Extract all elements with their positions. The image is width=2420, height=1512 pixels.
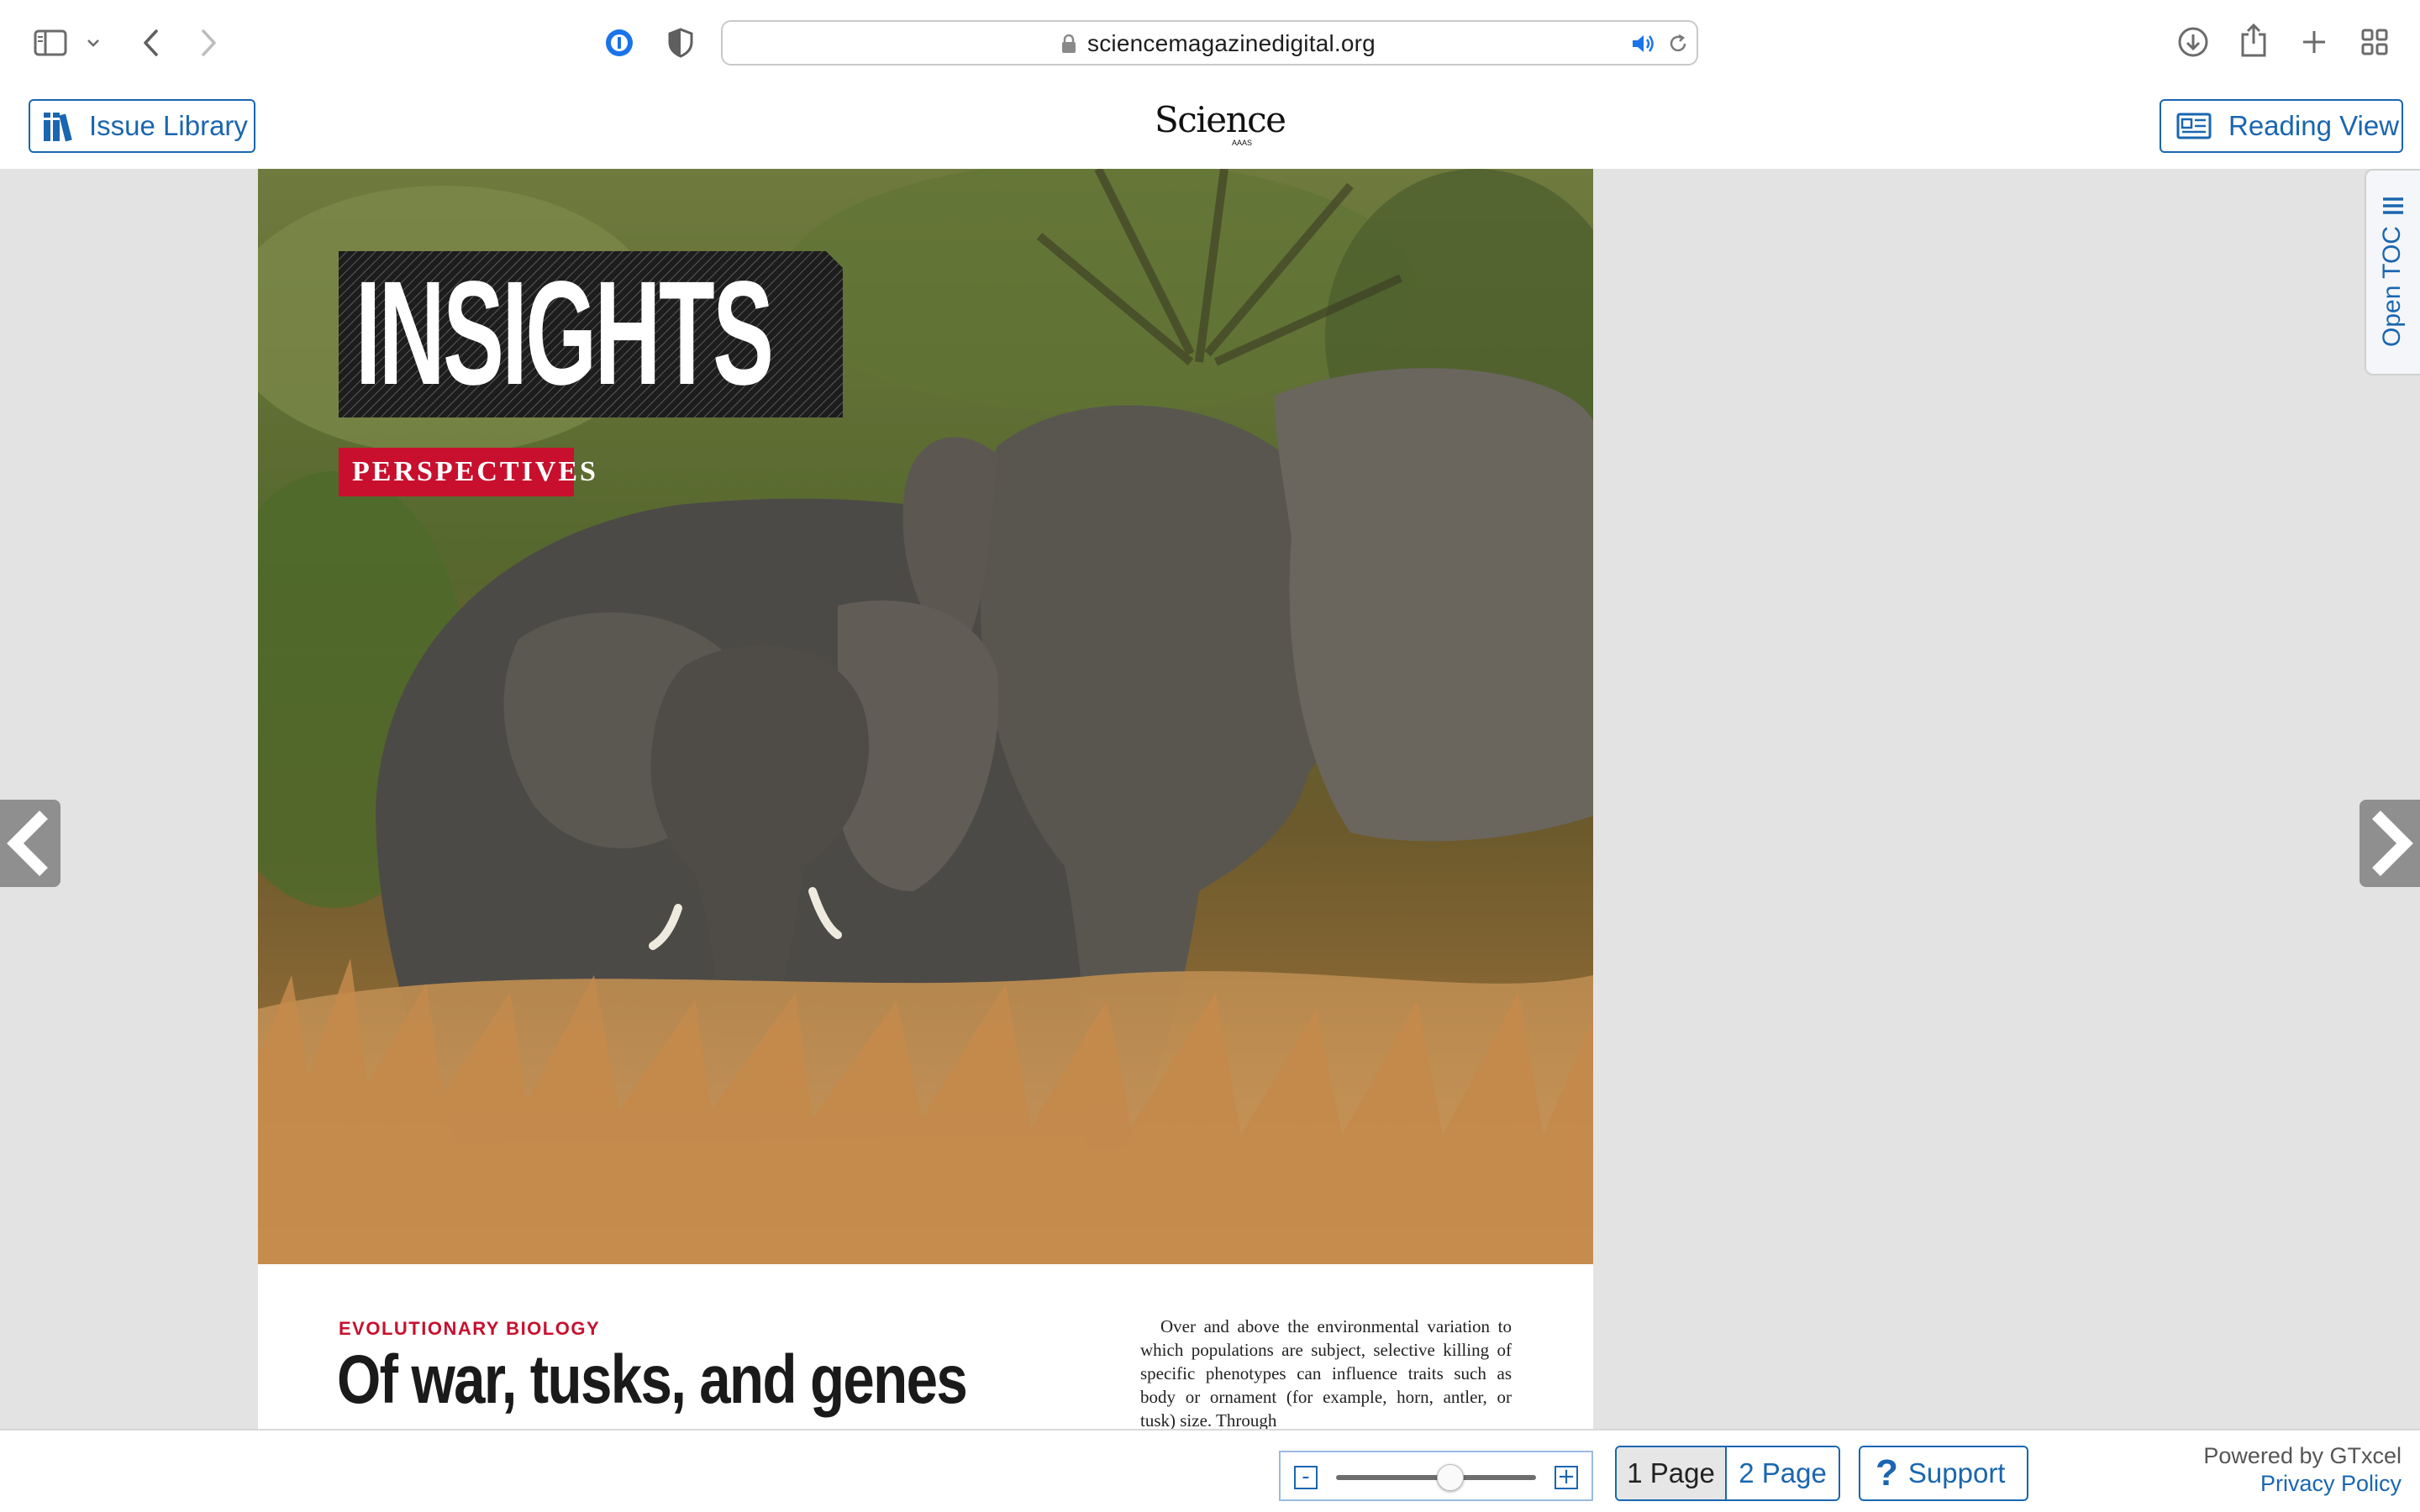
zoom-out-button[interactable]: -	[1294, 1466, 1318, 1489]
previous-page-button[interactable]	[0, 800, 60, 887]
reading-view-icon	[2176, 113, 2212, 139]
perspectives-badge: PERSPECTIVES	[339, 448, 596, 496]
books-icon	[42, 109, 77, 143]
page-mode-toggle: 1 Page 2 Page	[1615, 1446, 1840, 1501]
issue-library-button[interactable]: Issue Library	[29, 99, 255, 153]
reader-area: INSIGHTS PERSPECTIVES EVOLUTIONARY BIOLO…	[0, 169, 2420, 1429]
chevron-down-icon[interactable]	[84, 34, 103, 52]
chevron-left-icon	[7, 811, 48, 876]
chevron-right-icon	[2372, 811, 2413, 876]
privacy-policy-link[interactable]: Privacy Policy	[2203, 1470, 2402, 1498]
sidebar-toggle-icon[interactable]	[32, 29, 69, 57]
url-text: sciencemagazinedigital.org	[1087, 30, 1376, 56]
article-text: EVOLUTIONARY BIOLOGY Of war, tusks, and …	[258, 1264, 1593, 1429]
logo-text: Science	[1155, 99, 1286, 140]
support-button[interactable]: ? Support	[1859, 1446, 2028, 1501]
forward-icon[interactable]	[197, 27, 222, 59]
password-manager-icon[interactable]	[603, 27, 635, 59]
next-page-button[interactable]	[2360, 800, 2420, 887]
reload-icon[interactable]	[1667, 33, 1689, 55]
share-icon[interactable]	[2237, 22, 2270, 59]
bottom-bar: - + 1 Page 2 Page ? Support Powered by G…	[0, 1429, 2420, 1512]
address-bar[interactable]: sciencemagazinedigital.org	[721, 20, 1698, 66]
magazine-page: INSIGHTS PERSPECTIVES EVOLUTIONARY BIOLO…	[258, 169, 1593, 1429]
powered-by: Powered by GTxcel Privacy Policy	[2203, 1442, 2402, 1498]
downloads-icon[interactable]	[2176, 25, 2210, 59]
science-logo[interactable]: Science AAAS	[1155, 99, 1286, 152]
perspectives-label: PERSPECTIVES	[352, 456, 598, 487]
insights-label: INSIGHTS	[355, 251, 774, 416]
one-page-button[interactable]: 1 Page	[1617, 1447, 1726, 1499]
reading-view-button[interactable]: Reading View	[2160, 99, 2403, 153]
support-label: Support	[1907, 1457, 2006, 1488]
back-icon[interactable]	[138, 27, 163, 59]
zoom-in-button[interactable]: +	[1555, 1466, 1578, 1489]
privacy-shield-icon[interactable]	[666, 27, 696, 59]
issue-library-label: Issue Library	[89, 110, 248, 141]
elephant-photo: INSIGHTS PERSPECTIVES	[258, 169, 1593, 1264]
open-toc-tab[interactable]: Open TOC	[2365, 169, 2420, 375]
logo-subtext: AAAS	[1232, 139, 1253, 147]
menu-icon	[2381, 196, 2405, 216]
speaker-icon[interactable]	[1630, 33, 1655, 55]
article-kicker: EVOLUTIONARY BIOLOGY	[339, 1318, 601, 1339]
powered-by-text: Powered by GTxcel	[2203, 1443, 2402, 1468]
zoom-slider-thumb[interactable]	[1436, 1464, 1464, 1491]
help-icon: ?	[1876, 1452, 1898, 1494]
browser-toolbar: sciencemagazinedigital.org	[0, 0, 2420, 84]
article-body: Over and above the environmental variati…	[1140, 1316, 1512, 1429]
two-page-button[interactable]: 2 Page	[1725, 1447, 1839, 1499]
reading-view-label: Reading View	[2228, 110, 2400, 141]
new-tab-icon[interactable]	[2297, 25, 2331, 59]
open-toc-label: Open TOC	[2378, 226, 2406, 347]
tab-overview-icon[interactable]	[2358, 25, 2391, 59]
zoom-control: - +	[1279, 1451, 1593, 1501]
lock-icon	[1060, 34, 1077, 54]
article-headline: Of war, tusks, and genes	[337, 1341, 968, 1418]
